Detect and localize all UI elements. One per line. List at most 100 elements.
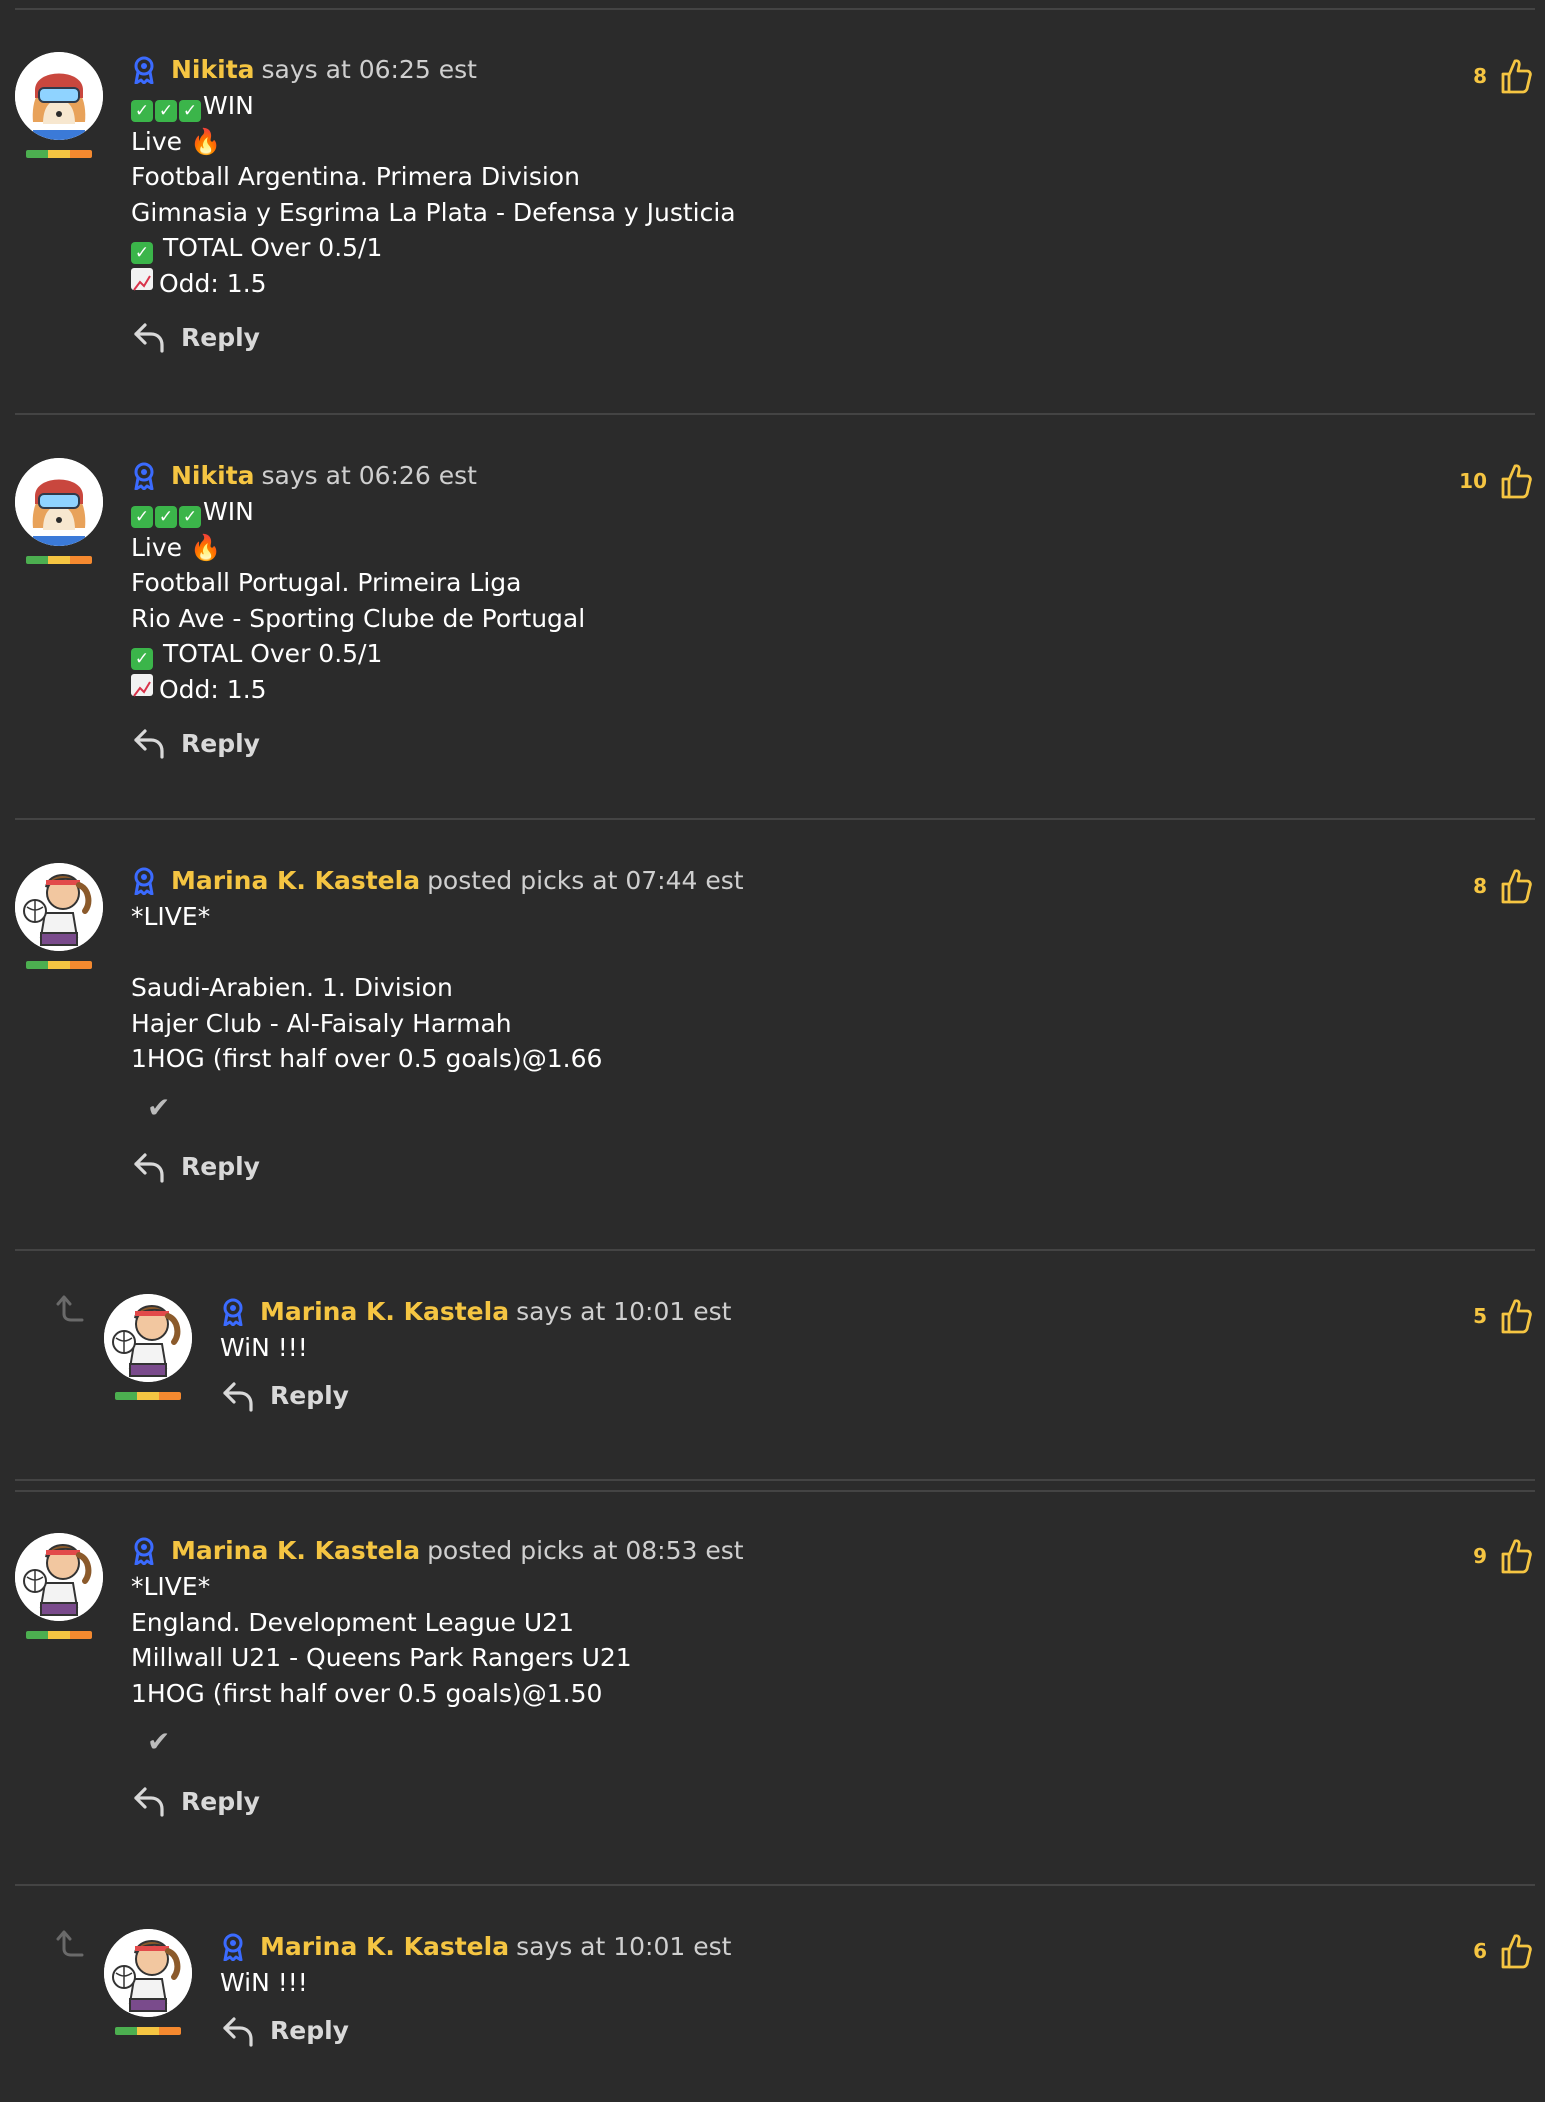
comment-line: England. Development League U21: [131, 1607, 574, 1637]
author-name[interactable]: Marina K. Kastela: [260, 1929, 509, 1965]
check-box-icon: ✓: [131, 506, 153, 528]
reply-icon: [131, 319, 167, 355]
comment-line: Hajer Club - Al-Faisaly Harmah: [131, 1008, 512, 1038]
comment-meta: posted picks at 08:53 est: [427, 1536, 744, 1565]
rank-bar: [115, 1392, 181, 1400]
author-name[interactable]: Marina K. Kastela: [171, 863, 420, 899]
chart-increasing-icon: [131, 673, 153, 697]
reply-button[interactable]: Reply: [131, 1145, 744, 1189]
like-button[interactable]: 6: [1473, 1932, 1533, 1970]
comment-line: Live 🔥: [131, 532, 222, 562]
thread-arrow-icon: [50, 1927, 86, 1963]
like-count: 8: [1473, 874, 1487, 898]
reply-button[interactable]: Reply: [220, 1374, 731, 1418]
author-name[interactable]: Nikita: [171, 458, 255, 494]
reply-label: Reply: [270, 2016, 349, 2045]
author-name[interactable]: Marina K. Kastela: [171, 1533, 420, 1569]
rank-bar: [26, 556, 92, 564]
like-button[interactable]: 10: [1459, 462, 1533, 500]
volleyball-player-avatar: [15, 1533, 103, 1621]
comment-line: ✓ TOTAL Over 0.5/1: [131, 636, 585, 672]
reply-icon: [220, 2013, 256, 2049]
volleyball-player-avatar: [104, 1294, 192, 1382]
divider: [15, 1490, 1535, 1492]
comment-line: Odd: 1.5: [131, 266, 736, 302]
comment-meta: says at 06:25 est: [261, 55, 477, 84]
divider: [15, 818, 1535, 820]
medal-icon: [131, 867, 157, 895]
like-count: 10: [1459, 469, 1487, 493]
thumbs-up-icon: [1499, 867, 1533, 905]
comment-line: Live 🔥: [131, 126, 222, 156]
avatar[interactable]: [15, 863, 107, 969]
comment-line: 1HOG (first half over 0.5 goals)@1.66: [131, 1044, 603, 1073]
reply-button[interactable]: Reply: [220, 2009, 731, 2053]
check-box-icon: ✓: [179, 100, 201, 122]
avatar[interactable]: [15, 1533, 107, 1639]
chart-increasing-icon: [131, 267, 153, 291]
thread-arrow-icon: [50, 1292, 86, 1328]
reply-icon: [220, 1378, 256, 1414]
comment-line: Rio Ave - Sporting Clube de Portugal: [131, 603, 586, 633]
thumbs-up-icon: [1499, 1537, 1533, 1575]
like-count: 5: [1473, 1304, 1487, 1328]
medal-icon: [131, 462, 157, 490]
rank-bar: [26, 1631, 92, 1639]
check-box-icon: ✓: [155, 506, 177, 528]
author-name[interactable]: Marina K. Kastela: [260, 1294, 509, 1330]
like-button[interactable]: 8: [1473, 867, 1533, 905]
author-name[interactable]: Nikita: [171, 52, 255, 88]
check-box-icon: ✓: [155, 100, 177, 122]
avatar[interactable]: [104, 1294, 196, 1400]
reply-button[interactable]: Reply: [131, 1779, 744, 1823]
shiba-helmet-avatar: [15, 458, 103, 546]
reply-button[interactable]: Reply: [131, 721, 585, 765]
comment-line: Saudi-Arabien. 1. Division: [131, 973, 453, 1002]
reply-label: Reply: [181, 728, 260, 758]
avatar[interactable]: [15, 458, 107, 564]
like-button[interactable]: 8: [1473, 57, 1533, 95]
avatar[interactable]: [15, 52, 107, 158]
divider: [15, 1884, 1535, 1886]
medal-icon: [131, 1537, 157, 1565]
checkmark-icon: ✔: [147, 1090, 171, 1124]
thumbs-up-icon: [1499, 462, 1533, 500]
thumbs-up-icon: [1499, 1297, 1533, 1335]
comment-line: Football Argentina. Primera Division: [131, 162, 580, 191]
comment-line: ✓ ✓ ✓ WIN: [131, 494, 585, 530]
checkmark-icon: ✔: [147, 1725, 171, 1758]
reply-label: Reply: [181, 1786, 260, 1816]
check-box-icon: ✓: [179, 506, 201, 528]
comment-line: ✓ ✓ ✓ WIN: [131, 88, 736, 124]
avatar[interactable]: [104, 1929, 196, 2035]
divider: [15, 8, 1535, 10]
shiba-helmet-avatar: [15, 52, 103, 140]
medal-icon: [131, 56, 157, 84]
like-button[interactable]: 9: [1473, 1537, 1533, 1575]
comment-line: WiN !!!: [220, 1968, 308, 1997]
check-box-icon: ✓: [131, 242, 153, 264]
rank-bar: [26, 150, 92, 158]
comment-meta: says at 10:01 est: [516, 1932, 732, 1961]
reply-icon: [131, 1783, 167, 1819]
comment-line: Gimnasia y Esgrima La Plata - Defensa y …: [131, 197, 736, 227]
volleyball-player-avatar: [15, 863, 103, 951]
comment-line: *LIVE*: [131, 902, 211, 931]
comment-line: ✓ TOTAL Over 0.5/1: [131, 230, 736, 266]
reply-button[interactable]: Reply: [131, 315, 736, 359]
volleyball-player-avatar: [104, 1929, 192, 2017]
reply-icon: [131, 1149, 167, 1185]
thumbs-up-icon: [1499, 1932, 1533, 1970]
comment-line: Millwall U21 - Queens Park Rangers U21: [131, 1643, 632, 1672]
comment-line: *LIVE*: [131, 1572, 211, 1601]
divider: [15, 413, 1535, 415]
reply-label: Reply: [270, 1381, 349, 1410]
check-box-icon: ✓: [131, 100, 153, 122]
comment-meta: says at 10:01 est: [516, 1297, 732, 1326]
comment-line: Odd: 1.5: [131, 672, 585, 708]
rank-bar: [26, 961, 92, 969]
divider: [15, 1249, 1535, 1251]
thumbs-up-icon: [1499, 57, 1533, 95]
comment-feed: Nikita says at 06:25 est ✓ ✓ ✓ WIN Live 🔥 F…: [0, 0, 1545, 2102]
like-button[interactable]: 5: [1473, 1297, 1533, 1335]
